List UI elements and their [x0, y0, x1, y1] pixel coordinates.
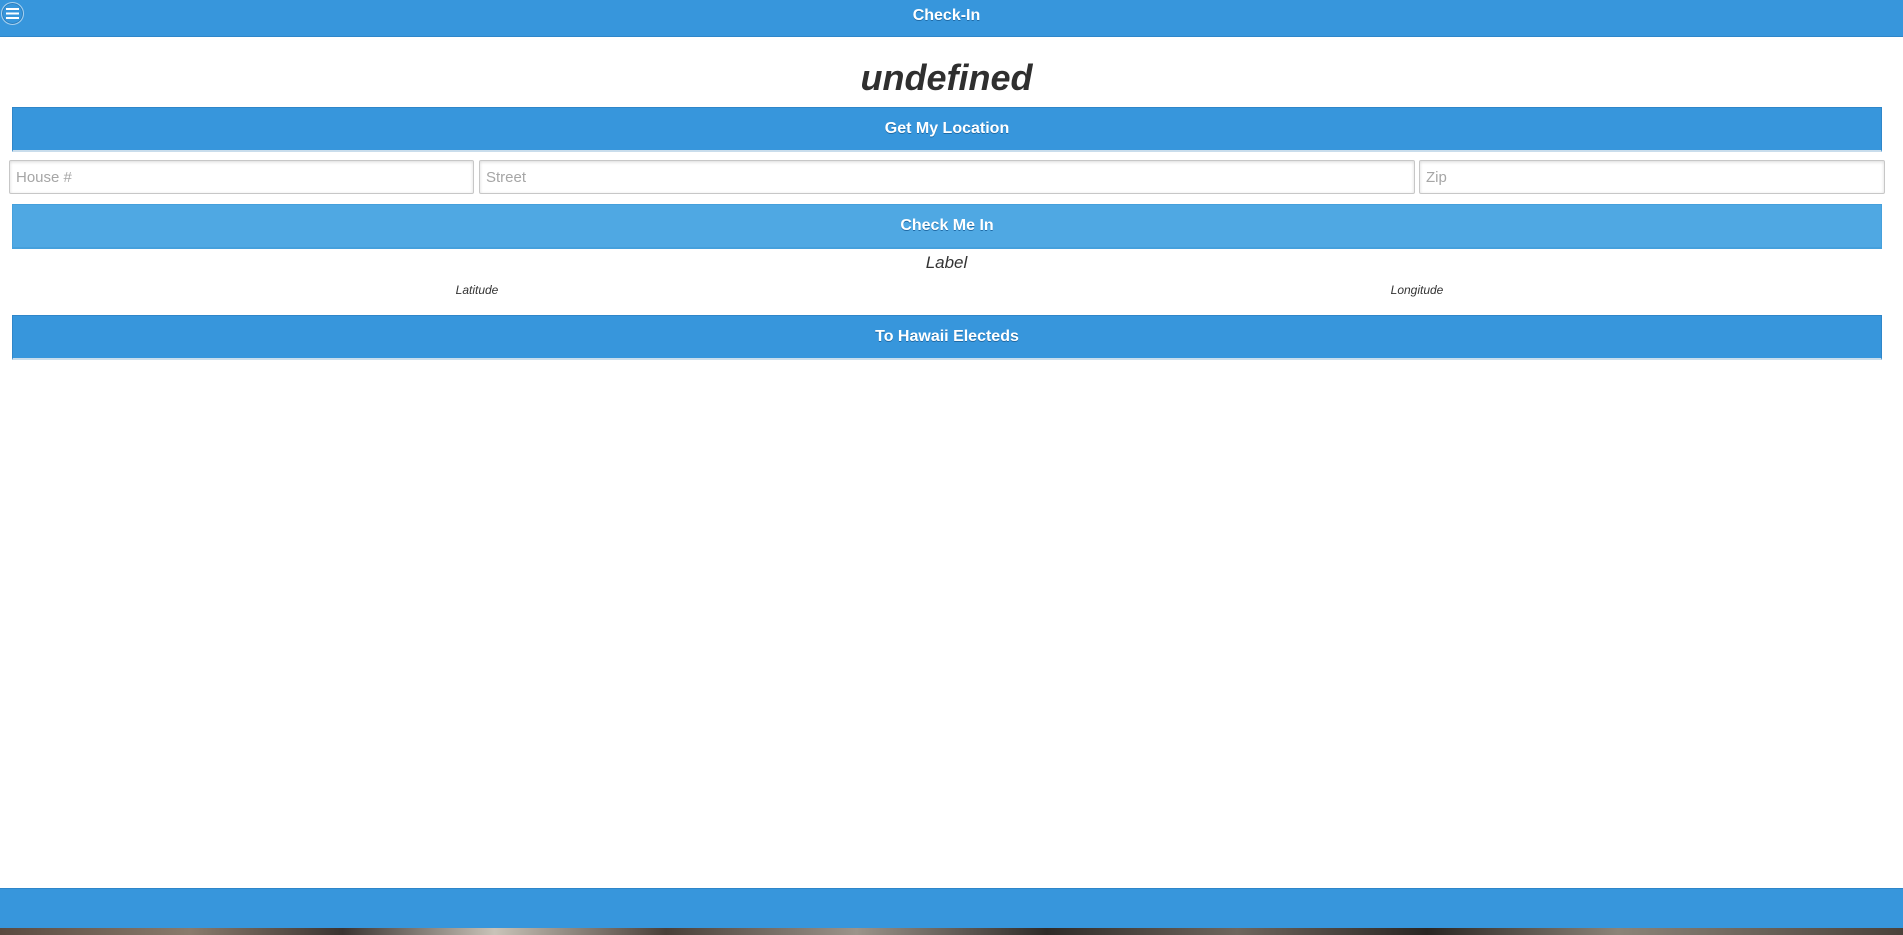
get-location-button[interactable]: Get My Location [12, 107, 1882, 152]
to-hawaii-electeds-button[interactable]: To Hawaii Electeds [12, 315, 1882, 360]
house-number-input[interactable] [9, 160, 474, 194]
check-in-button[interactable]: Check Me In [12, 204, 1882, 249]
header-bar: Check-In [0, 0, 1903, 37]
latitude-label: Latitude [455, 283, 499, 297]
status-label: Label [925, 253, 968, 272]
page-title: Check-In [912, 7, 981, 24]
footer-bar [0, 888, 1903, 928]
zip-input[interactable] [1419, 160, 1885, 194]
street-input[interactable] [479, 160, 1415, 194]
heading-value: undefined [860, 57, 1033, 98]
desktop-background-strip [0, 928, 1903, 935]
longitude-label: Longitude [1390, 283, 1444, 297]
